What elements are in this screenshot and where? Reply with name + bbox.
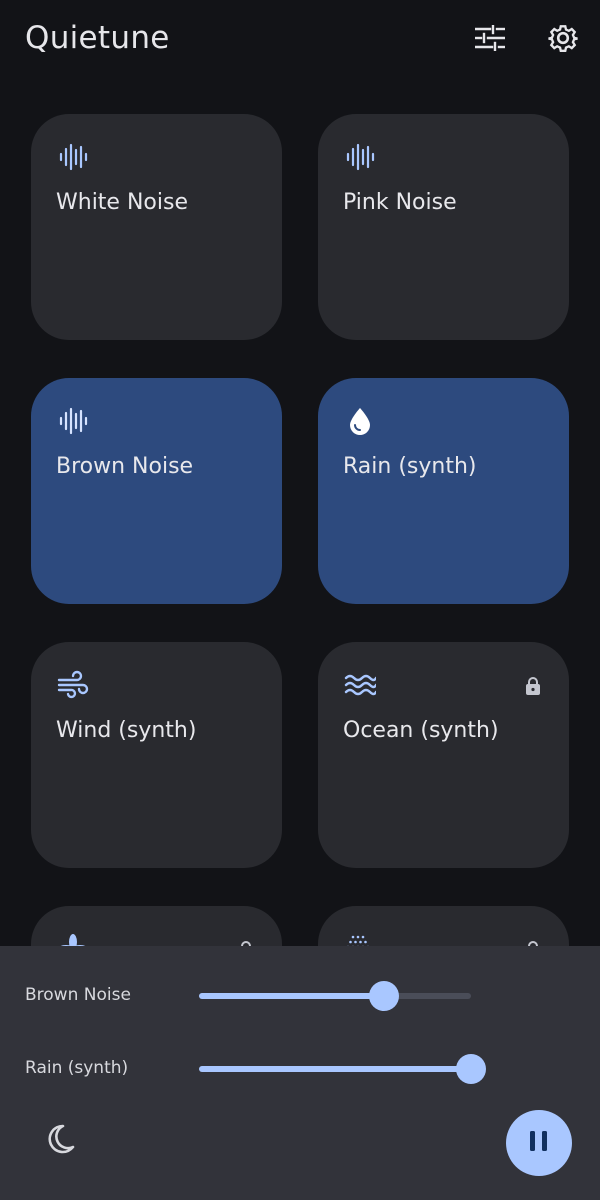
- waves-icon: [343, 668, 377, 702]
- slider-fill: [199, 1066, 471, 1072]
- slider-fill: [199, 993, 384, 999]
- sound-tile-brown-noise[interactable]: Brown Noise: [31, 378, 282, 604]
- slider-thumb[interactable]: [456, 1054, 486, 1084]
- sound-tile-ocean[interactable]: Ocean (synth): [318, 642, 569, 868]
- sound-tile-label: Rain (synth): [343, 454, 477, 479]
- sound-tile-pink-noise[interactable]: Pink Noise: [318, 114, 569, 340]
- sound-tile-white-noise[interactable]: White Noise: [31, 114, 282, 340]
- settings-button[interactable]: [539, 16, 587, 64]
- waveform-icon: [56, 140, 90, 174]
- slider-thumb[interactable]: [369, 981, 399, 1011]
- waveform-icon: [343, 140, 377, 174]
- volume-slider[interactable]: [199, 981, 489, 1011]
- pause-button[interactable]: [506, 1110, 572, 1176]
- sleep-timer-button[interactable]: [38, 1118, 84, 1164]
- sound-tile-rain[interactable]: Rain (synth): [318, 378, 569, 604]
- top-app-bar: Quietune: [0, 0, 600, 82]
- sound-tile-label: Ocean (synth): [343, 718, 499, 743]
- app-title: Quietune: [25, 20, 170, 56]
- pause-icon: [528, 1129, 550, 1158]
- moon-icon: [46, 1123, 76, 1160]
- sound-tile-wind[interactable]: Wind (synth): [31, 642, 282, 868]
- sound-tile-label: Wind (synth): [56, 718, 197, 743]
- mixer-row-label: Brown Noise: [25, 985, 131, 1005]
- lock-icon: [523, 675, 543, 697]
- tune-icon: [474, 23, 506, 56]
- volume-slider[interactable]: [199, 1054, 489, 1084]
- wind-icon: [56, 668, 90, 702]
- gear-icon: [547, 22, 579, 59]
- water-drop-icon: [343, 404, 377, 438]
- sound-tile-label: Pink Noise: [343, 190, 457, 215]
- sound-tile-label: White Noise: [56, 190, 188, 215]
- mixer-row: Rain (synth): [0, 1049, 600, 1089]
- sound-grid: White Noise Pink Noise Brown Noise Rain …: [0, 0, 600, 1132]
- mixer-button[interactable]: [466, 16, 514, 64]
- mixer-row-label: Rain (synth): [25, 1058, 129, 1078]
- player-sheet: Brown Noise Rain (synth): [0, 946, 600, 1200]
- app-root: White Noise Pink Noise Brown Noise Rain …: [0, 0, 600, 1200]
- waveform-icon: [56, 404, 90, 438]
- sound-tile-label: Brown Noise: [56, 454, 194, 479]
- mixer-row: Brown Noise: [0, 976, 600, 1016]
